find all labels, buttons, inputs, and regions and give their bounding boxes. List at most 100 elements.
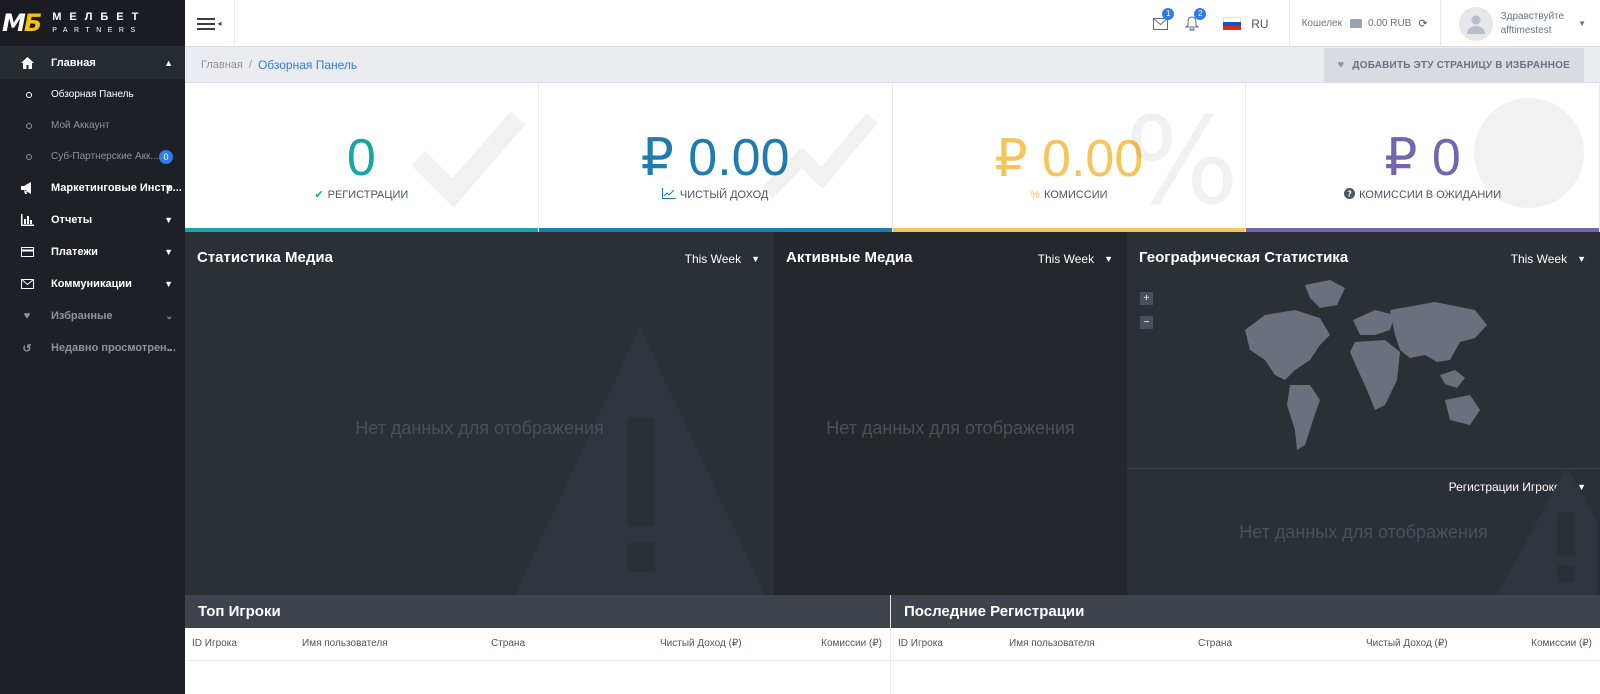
sidebar-item-payments[interactable]: Платежи ▼ xyxy=(0,236,185,268)
column-header[interactable]: Страна xyxy=(1198,638,1232,649)
stat-registrations: 0 ✔ РЕГИСТРАЦИИ xyxy=(185,83,539,232)
breadcrumb-separator: / xyxy=(248,58,252,71)
table-title: Топ Игроки xyxy=(185,595,890,628)
stat-label: ЧИСТЫЙ ДОХОД xyxy=(679,188,769,201)
column-header[interactable]: Чистый Доход (₽) xyxy=(1366,638,1448,649)
sidebar-item-recent[interactable]: ↺ Недавно просмотрен... ⌄ xyxy=(0,332,185,364)
mail-count-badge: 1 xyxy=(1162,7,1175,20)
sidebar-item-reports[interactable]: Отчеты ▼ xyxy=(0,204,185,236)
username-text: afftimestest xyxy=(1500,24,1552,36)
count-badge: 0 xyxy=(159,149,173,164)
circle-icon xyxy=(26,153,32,160)
sidebar-item-marketing[interactable]: Маркетинговые Инстр... ▼ xyxy=(0,172,185,204)
breadcrumb-home[interactable]: Главная xyxy=(201,59,243,71)
table-title: Последние Регистрации xyxy=(891,595,1600,628)
russia-flag-icon[interactable] xyxy=(1223,17,1242,30)
language-selector[interactable]: RU xyxy=(1251,17,1268,31)
warning-icon xyxy=(515,327,765,595)
wallet-label: Кошелек xyxy=(1301,18,1342,29)
megaphone-icon xyxy=(20,181,34,195)
question-circle-icon: ? xyxy=(1344,187,1356,202)
history-icon: ↺ xyxy=(22,342,32,355)
world-map[interactable] xyxy=(1225,280,1495,460)
sidebar-item-communications[interactable]: Коммуникации ▼ xyxy=(0,268,185,300)
breadcrumb-current: Обзорная Панель xyxy=(257,57,358,72)
stats-row: 0 ✔ РЕГИСТРАЦИИ ₽ 0.00 ЧИСТЫЙ ДОХОД % ₽ 0… xyxy=(185,83,1600,232)
add-to-favorites-button[interactable]: ♥ ДОБАВИТЬ ЭТУ СТРАНИЦУ В ИЗБРАННОЕ xyxy=(1323,48,1584,82)
period-dropdown[interactable]: This Week ▼ xyxy=(685,252,760,266)
column-header[interactable]: Имя пользователя xyxy=(1009,638,1095,649)
caret-down-icon: ▼ xyxy=(1577,254,1586,264)
table-header-row: ID Игрока Имя пользователя Страна Чистый… xyxy=(185,628,890,661)
sidebar-subitem-account[interactable]: Мой Аккаунт xyxy=(0,110,185,141)
credit-card-icon xyxy=(20,245,34,259)
notifications-button[interactable]: 2 xyxy=(1183,7,1207,33)
user-icon xyxy=(1466,15,1485,34)
sidebar-item-favorites[interactable]: ♥ Избранные ⌄ xyxy=(0,300,185,332)
zoom-out-button[interactable]: − xyxy=(1140,316,1153,329)
caret-down-icon: ▼ xyxy=(164,279,173,289)
chart-line-icon xyxy=(661,187,676,202)
greeting-text: Здравствуйте xyxy=(1500,10,1565,22)
chevron-down-icon: ⌄ xyxy=(165,342,173,353)
column-header[interactable]: Комиссии (₽) xyxy=(1531,638,1592,649)
table-header-row: ID Игрока Имя пользователя Страна Чистый… xyxy=(891,628,1600,661)
refresh-icon[interactable]: ⟳ xyxy=(1418,17,1427,30)
bar-chart-icon xyxy=(20,213,34,227)
chevron-up-icon: ▲ xyxy=(164,58,173,68)
percent-icon: % xyxy=(1030,188,1040,201)
sidebar-item-label: Главная xyxy=(51,57,96,69)
chevron-down-icon: ⌄ xyxy=(165,310,173,321)
empty-message: Нет данных для отображения xyxy=(355,418,604,438)
column-header[interactable]: ID Игрока xyxy=(898,638,943,649)
stat-value: 0 xyxy=(346,129,376,187)
sidebar: МБ МЕЛБЕТ PARTNERS Главная ▲ Обзорная Па… xyxy=(0,0,759,694)
top-players-table: Топ Игроки ID Игрока Имя пользователя Ст… xyxy=(185,595,891,694)
menu-toggle-button[interactable]: ◂ xyxy=(185,0,235,47)
recent-registrations-table: Последние Регистрации ID Игрока Имя поль… xyxy=(891,595,1600,694)
heart-icon: ♥ xyxy=(1337,59,1345,71)
caret-down-icon: ▼ xyxy=(751,254,760,264)
panel-title: Географическая Статистика xyxy=(1139,249,1349,266)
zoom-in-button[interactable]: + xyxy=(1140,292,1153,305)
media-stats-panel: Статистика Медиа This Week ▼ Нет данных д… xyxy=(185,232,774,595)
column-header[interactable]: ID Игрока xyxy=(192,638,237,649)
hamburger-icon xyxy=(197,15,216,33)
chart-line-icon xyxy=(761,113,878,199)
caret-down-icon: ▼ xyxy=(1578,19,1586,28)
empty-message: Нет данных для отображения xyxy=(826,418,1075,438)
stat-commissions: % ₽ 0.00 % КОМИССИИ xyxy=(892,83,1247,232)
sidebar-subitem-subpartners[interactable]: Суб-Партнерские Акк... 0 xyxy=(0,141,185,172)
top-bar: ◂ 1 2 RU Кошелек 0.00 RUB ⟳ Здравствуйте… xyxy=(185,0,1600,47)
stat-label: КОМИССИИ xyxy=(1043,188,1108,201)
user-menu[interactable]: Здравствуйте afftimestest ▼ xyxy=(1439,0,1600,47)
wallet[interactable]: Кошелек 0.00 RUB ⟳ xyxy=(1288,0,1440,47)
logo[interactable]: МБ МЕЛБЕТ PARTNERS xyxy=(0,0,759,47)
column-header[interactable]: Имя пользователя xyxy=(302,638,388,649)
panel-title: Статистика Медиа xyxy=(197,249,333,266)
sidebar-item-home[interactable]: Главная ▲ xyxy=(0,47,185,79)
caret-down-icon: ▼ xyxy=(164,247,173,257)
home-icon xyxy=(20,56,34,70)
check-icon: ✔ xyxy=(314,189,324,201)
svg-text:?: ? xyxy=(1347,189,1352,198)
logo-mark: МБ xyxy=(2,9,42,37)
caret-down-icon: ▼ xyxy=(1104,254,1113,264)
column-header[interactable]: Страна xyxy=(491,638,525,649)
sidebar-subitem-dashboard[interactable]: Обзорная Панель xyxy=(0,79,185,110)
svg-text:%: % xyxy=(1125,93,1235,223)
notification-count-badge: 2 xyxy=(1194,7,1207,20)
heart-icon: ♥ xyxy=(23,310,31,322)
stat-label: РЕГИСТРАЦИИ xyxy=(327,188,409,201)
period-dropdown[interactable]: This Week ▼ xyxy=(1038,252,1113,266)
stat-value: ₽ 0 xyxy=(1384,128,1461,187)
column-header[interactable]: Чистый Доход (₽) xyxy=(660,638,742,649)
stat-pending-commissions: ₽ 0 ? КОМИССИИ В ОЖИДАНИИ xyxy=(1246,83,1600,232)
caret-down-icon: ▼ xyxy=(164,215,173,225)
panel-title: Активные Медиа xyxy=(786,249,913,266)
column-header[interactable]: Комиссии (₽) xyxy=(821,638,882,649)
geo-stats-panel: Географическая Статистика This Week ▼ + −… xyxy=(1127,232,1600,595)
wallet-icon xyxy=(1350,19,1362,28)
period-dropdown[interactable]: This Week ▼ xyxy=(1511,252,1586,266)
mail-button[interactable]: 1 xyxy=(1151,7,1175,33)
